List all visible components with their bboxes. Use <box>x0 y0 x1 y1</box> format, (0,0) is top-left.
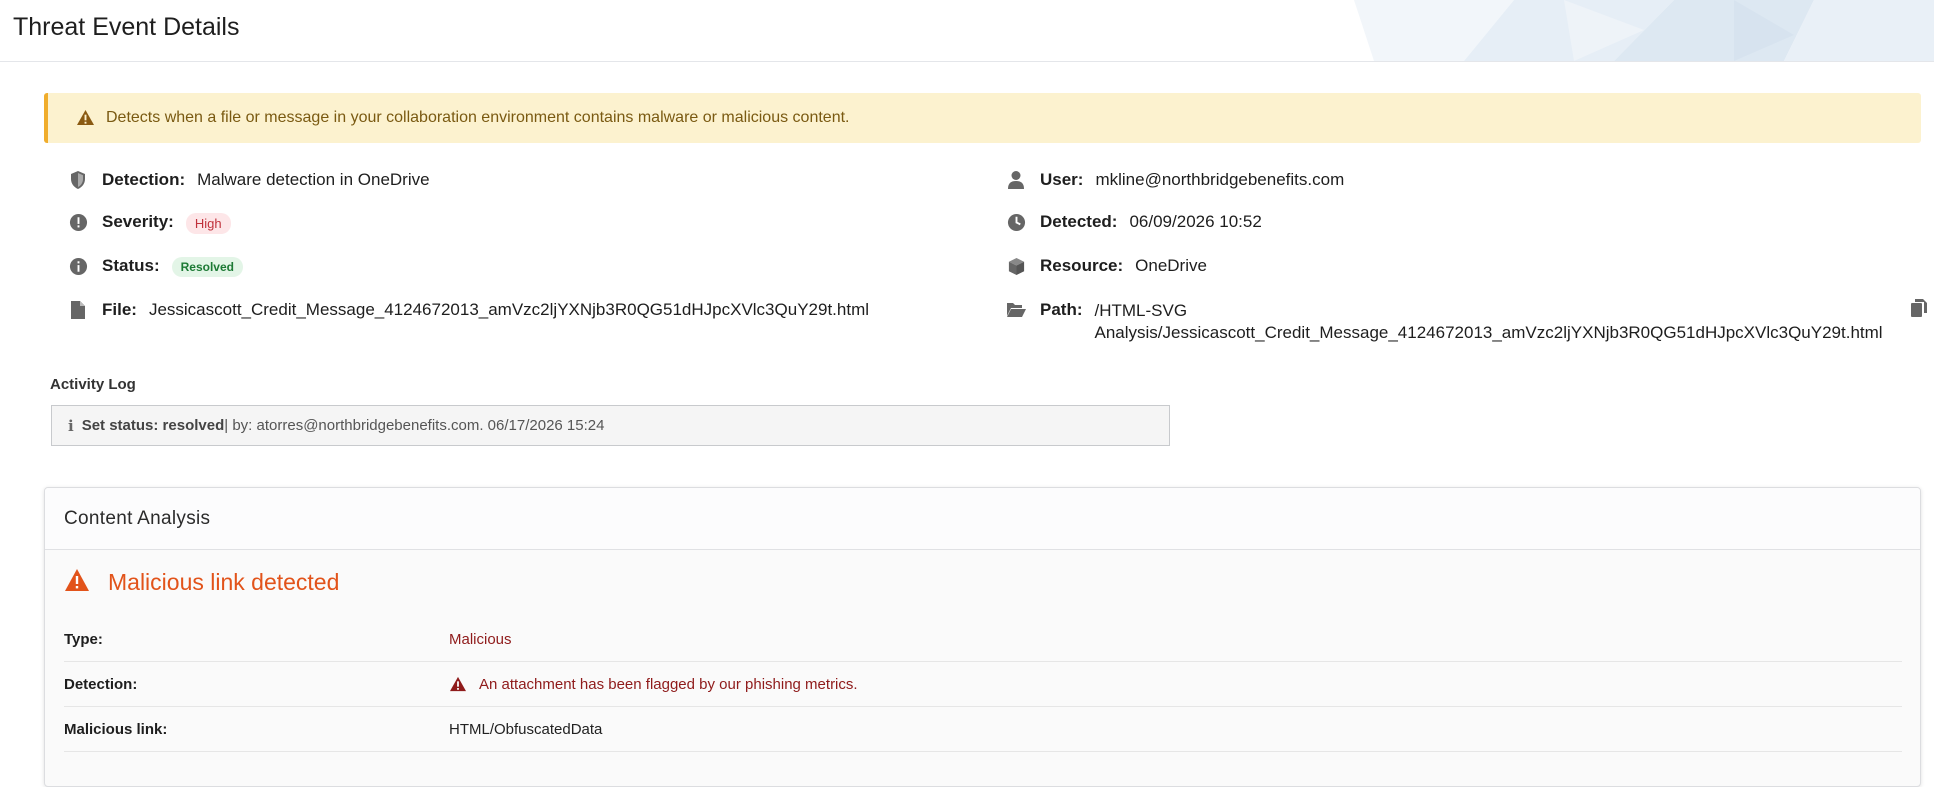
shield-icon <box>68 170 88 190</box>
user-value: mkline@northbridgebenefits.com <box>1095 170 1345 189</box>
file-field: File: Jessicascott_Credit_Message_412467… <box>68 300 869 320</box>
path-line-1: /HTML-SVG <box>1094 301 1188 320</box>
info-circle-icon <box>68 256 88 276</box>
type-label: Type: <box>64 630 103 648</box>
severity-field: Severity: High <box>68 212 231 234</box>
content-analysis-title: Content Analysis <box>45 488 1920 550</box>
warning-triangle-icon <box>449 676 467 692</box>
content-analysis-card: Content Analysis Malicious link detected… <box>44 487 1921 787</box>
status-field: Status: Resolved <box>68 256 243 277</box>
detection-row-value: An attachment has been flagged by our ph… <box>449 676 858 693</box>
status-badge: Resolved <box>171 257 243 277</box>
detection-field: Detection: Malware detection in OneDrive <box>68 170 430 190</box>
malicious-link-label: Malicious link: <box>64 720 168 738</box>
malicious-heading: Malicious link detected <box>64 568 339 597</box>
user-icon <box>1006 170 1026 190</box>
info-icon: i <box>68 416 74 435</box>
description-alert: Detects when a file or message in your c… <box>44 93 1921 143</box>
file-value: Jessicascott_Credit_Message_4124672013_a… <box>148 300 870 319</box>
activity-action: Set status: resolved <box>81 417 225 434</box>
path-label: Path: <box>1040 300 1083 319</box>
activity-detail: | by: atorres@northbridgebenefits.com. 0… <box>224 417 605 434</box>
file-icon <box>68 300 88 320</box>
resource-label: Resource: <box>1040 256 1124 275</box>
user-label: User: <box>1040 170 1084 189</box>
cube-icon <box>1006 256 1026 276</box>
resource-field: Resource: OneDrive <box>1006 256 1207 276</box>
file-label: File: <box>102 300 137 319</box>
malicious-heading-text: Malicious link detected <box>108 569 340 595</box>
activity-log-entry: i Set status: resolved | by: atorres@nor… <box>51 405 1170 446</box>
warning-triangle-icon <box>76 109 95 131</box>
analysis-row-type: Type: Malicious <box>64 617 1902 662</box>
detected-label: Detected: <box>1040 212 1118 231</box>
analysis-row-detection: Detection: An attachment has been flagge… <box>64 662 1902 707</box>
detected-value: 06/09/2026 10:52 <box>1129 212 1262 231</box>
analysis-row-malicious-link: Malicious link: HTML/ObfuscatedData <box>64 707 1902 752</box>
alert-text: Detects when a file or message in your c… <box>106 109 850 126</box>
path-line-2: Analysis/Jessicascott_Credit_Message_412… <box>1094 323 1883 342</box>
user-field: User: mkline@northbridgebenefits.com <box>1006 170 1344 190</box>
detection-row-text: An attachment has been flagged by our ph… <box>479 675 858 693</box>
malicious-link-value: HTML/ObfuscatedData <box>449 720 603 738</box>
danger-triangle-icon <box>64 568 90 597</box>
severity-label: Severity: <box>102 212 174 231</box>
clock-icon <box>1006 212 1026 232</box>
page-title: Threat Event Details <box>13 13 240 41</box>
detection-row-label: Detection: <box>64 675 138 693</box>
path-field: Path: /HTML-SVG Analysis/Jessicascott_Cr… <box>1006 300 1883 344</box>
status-label: Status: <box>102 256 160 275</box>
severity-badge: High <box>185 213 231 234</box>
detection-value: Malware detection in OneDrive <box>197 170 430 189</box>
activity-log-title: Activity Log <box>50 376 136 393</box>
page-header: Threat Event Details <box>0 0 1934 62</box>
folder-open-icon <box>1006 300 1026 320</box>
type-value: Malicious <box>449 630 512 648</box>
resource-value: OneDrive <box>1135 256 1207 275</box>
header-decoration <box>1354 0 1934 61</box>
detection-label: Detection: <box>102 170 186 189</box>
copy-icon[interactable] <box>1910 298 1928 323</box>
path-value: /HTML-SVG Analysis/Jessicascott_Credit_M… <box>1095 300 1883 344</box>
detected-field: Detected: 06/09/2026 10:52 <box>1006 212 1262 232</box>
exclamation-circle-icon <box>68 212 88 232</box>
